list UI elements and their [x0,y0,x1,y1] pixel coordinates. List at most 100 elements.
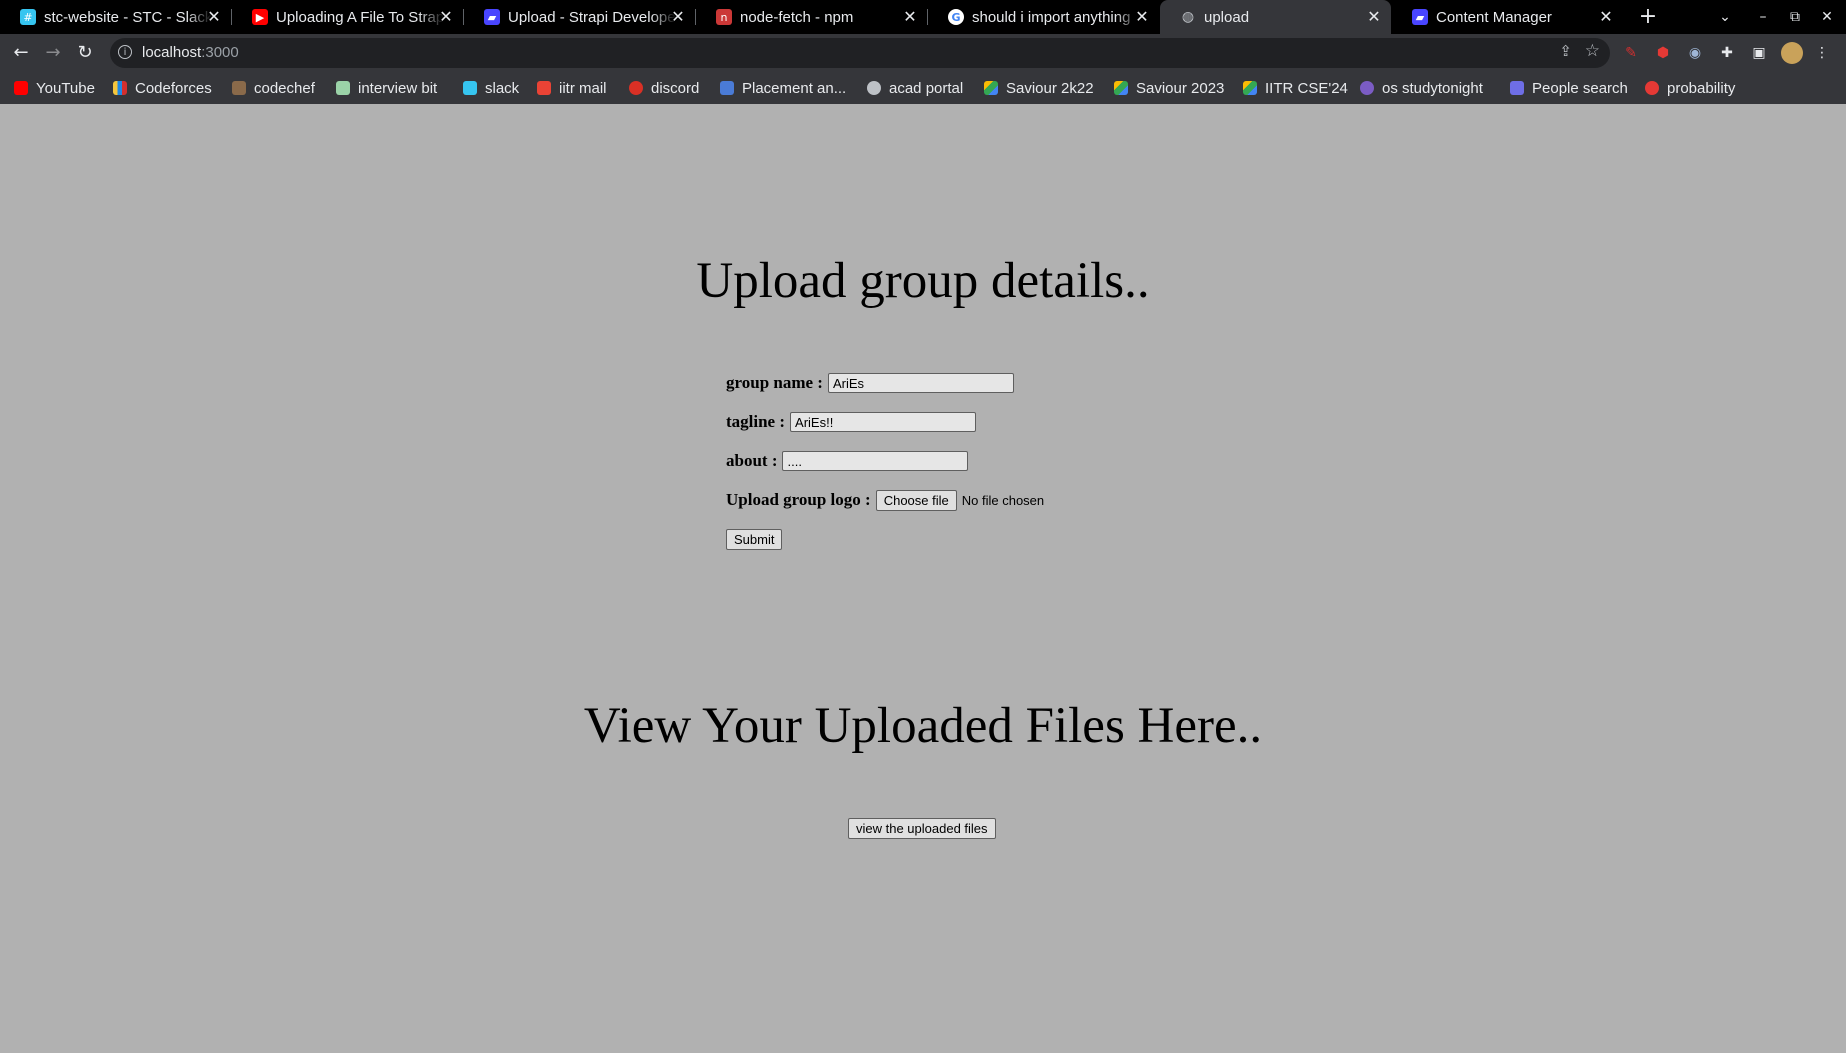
choose-file-button[interactable]: Choose file [875,489,957,511]
bookmark-label: acad portal [889,79,964,97]
tagline-input[interactable] [790,412,977,432]
bookmark-codechef[interactable]: codechef [232,72,315,104]
studytonight-icon [1360,81,1374,95]
close-icon[interactable]: ✕ [1133,8,1151,26]
drive-icon [1114,81,1128,95]
people-icon [1510,81,1524,95]
tab-title: Uploading A File To Strapi [276,8,444,26]
tab-title: should i import anything [972,8,1131,26]
bookmark-youtube[interactable]: YouTube [14,72,95,104]
tab-slack[interactable]: # stc-website - STC - Slack ✕ [0,0,231,34]
extensions-puzzle-icon[interactable]: ✚ [1718,44,1736,62]
tab-title: stc-website - STC - Slack [44,8,212,26]
bookmark-codeforces[interactable]: Codeforces [113,72,212,104]
tab-title: Content Manager [1436,8,1552,26]
forward-arrow-icon[interactable]: → [41,41,65,65]
group-name-label: group name : [726,373,823,392]
bookmark-label: YouTube [36,79,95,97]
browser-chrome: # stc-website - STC - Slack ✕ ▶ Uploadin… [0,0,1846,104]
submit-button[interactable]: Submit [726,528,783,550]
upload-heading: Upload group details.. [696,253,1150,309]
about-row: about : [726,450,969,472]
side-panel-icon[interactable]: ▣ [1750,44,1768,62]
bookmark-star-icon[interactable]: ☆ [1585,41,1600,61]
bookmark-placement[interactable]: Placement an... [720,72,846,104]
strapi-icon: ▰ [484,9,500,25]
close-window-icon[interactable]: ✕ [1816,6,1838,28]
calendar-icon [629,81,643,95]
tab-strapi-docs[interactable]: ▰ Upload - Strapi Developer ✕ [464,0,695,34]
bookmark-label: interview bit [358,79,438,97]
tab-title: node-fetch - npm [740,8,854,26]
minimize-icon[interactable]: – [1752,6,1774,28]
docs-icon [720,81,734,95]
bookmark-slack[interactable]: slack [463,72,519,104]
bookmark-discord[interactable]: discord [629,72,699,104]
bookmark-saviour-2k22[interactable]: Saviour 2k22 [984,72,1094,104]
bookmark-label: iitr mail [559,79,607,97]
close-icon[interactable]: ✕ [901,8,919,26]
bookmark-iitr-mail[interactable]: iitr mail [537,72,607,104]
bookmark-people-search[interactable]: People search [1510,72,1628,104]
slack-icon: # [20,9,36,25]
url-text[interactable]: localhost:3000 [142,44,239,61]
tab-strip: # stc-website - STC - Slack ✕ ▶ Uploadin… [0,0,1846,34]
group-name-row: group name : [726,372,1014,394]
tab-content-manager[interactable]: ▰ Content Manager ✕ [1392,0,1623,34]
bookmark-label: IITR CSE'24 [1265,79,1348,97]
bookmark-interview-bit[interactable]: interview bit [336,72,437,104]
bookmarks-bar: YouTube Codeforces codechef interview bi… [0,72,1846,104]
bookmark-label: Placement an... [742,79,847,97]
close-icon[interactable]: ✕ [437,8,455,26]
bookmark-label: probability [1667,79,1736,97]
close-icon[interactable]: ✕ [669,8,687,26]
codeforces-icon [113,81,127,95]
menu-kebab-icon[interactable]: ⋮ [1813,44,1831,62]
drive-icon [984,81,998,95]
tab-title: Upload - Strapi Developer [508,8,676,26]
bookmark-label: discord [651,79,700,97]
submit-row: Submit [726,528,783,550]
circle-extension-icon[interactable]: ◉ [1686,44,1704,62]
close-icon[interactable]: ✕ [1365,8,1383,26]
restore-icon[interactable]: ⧉ [1784,6,1806,28]
bookmark-label: People search [1532,79,1628,97]
view-heading: View Your Uploaded Files Here.. [583,698,1263,754]
share-icon[interactable]: ⇪ [1559,42,1572,60]
group-name-input[interactable] [827,373,1014,393]
close-icon[interactable]: ✕ [205,8,223,26]
gmail-icon [537,81,551,95]
url-port: :3000 [201,44,239,61]
address-bar[interactable]: i localhost:3000 ⇪ ☆ [110,38,1610,68]
info-icon[interactable]: i [118,45,132,59]
tab-search-icon[interactable]: ⌄ [1714,6,1736,28]
tab-google[interactable]: G should i import anything ✕ [928,0,1159,34]
slack-icon [463,81,477,95]
tab-npm[interactable]: n node-fetch - npm ✕ [696,0,927,34]
bookmark-label: Codeforces [135,79,212,97]
google-icon: G [948,9,964,25]
pen-extension-icon[interactable]: ✎ [1622,44,1640,62]
close-icon[interactable]: ✕ [1597,8,1615,26]
bookmark-saviour-2023[interactable]: Saviour 2023 [1114,72,1224,104]
reload-icon[interactable]: ↻ [73,41,97,65]
about-input[interactable] [782,451,969,471]
view-uploaded-files-button[interactable]: view the uploaded files [848,818,996,839]
shield-extension-icon[interactable]: ⬢ [1654,44,1672,62]
tab-title: upload [1204,8,1250,26]
bookmark-acad-portal[interactable]: acad portal [867,72,963,104]
profile-avatar[interactable] [1781,42,1803,64]
tab-youtube[interactable]: ▶ Uploading A File To Strapi ✕ [232,0,463,34]
back-arrow-icon[interactable]: ← [9,41,33,65]
new-tab-button[interactable]: + [1636,5,1660,29]
tab-upload[interactable]: ◍ upload ✕ [1160,0,1391,34]
bookmark-label: Saviour 2k22 [1006,79,1094,97]
bookmark-probability[interactable]: probability [1645,72,1735,104]
bookmark-os-studytonight[interactable]: os studytonight [1360,72,1483,104]
bookmark-label: slack [485,79,520,97]
strapi-icon: ▰ [1412,9,1428,25]
npm-icon: n [716,9,732,25]
codechef-icon [232,81,246,95]
url-host: localhost [142,44,202,61]
bookmark-iitr-cse24[interactable]: IITR CSE'24 [1243,72,1348,104]
